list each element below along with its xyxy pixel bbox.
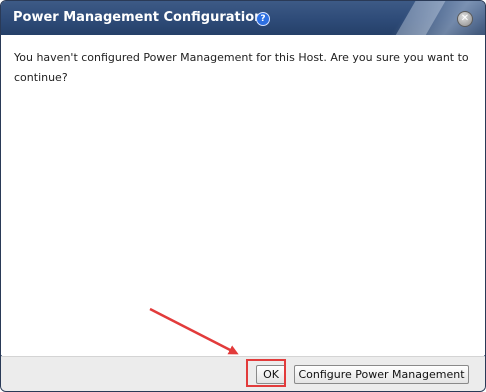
configure-power-management-button[interactable]: Configure Power Management (294, 365, 469, 384)
close-icon[interactable]: ✕ (457, 11, 473, 27)
dialog-content: You haven't configured Power Management … (1, 35, 485, 355)
dialog-title: Power Management Configuration (13, 10, 264, 25)
help-icon[interactable]: ? (256, 12, 270, 26)
confirmation-message: You haven't configured Power Management … (14, 51, 469, 84)
power-management-dialog: Power Management Configuration ? ✕ You h… (0, 0, 486, 392)
dialog-footer: OK Configure Power Management (1, 356, 485, 391)
ok-button[interactable]: OK (256, 365, 286, 384)
dialog-titlebar[interactable]: Power Management Configuration ? ✕ (1, 1, 485, 35)
